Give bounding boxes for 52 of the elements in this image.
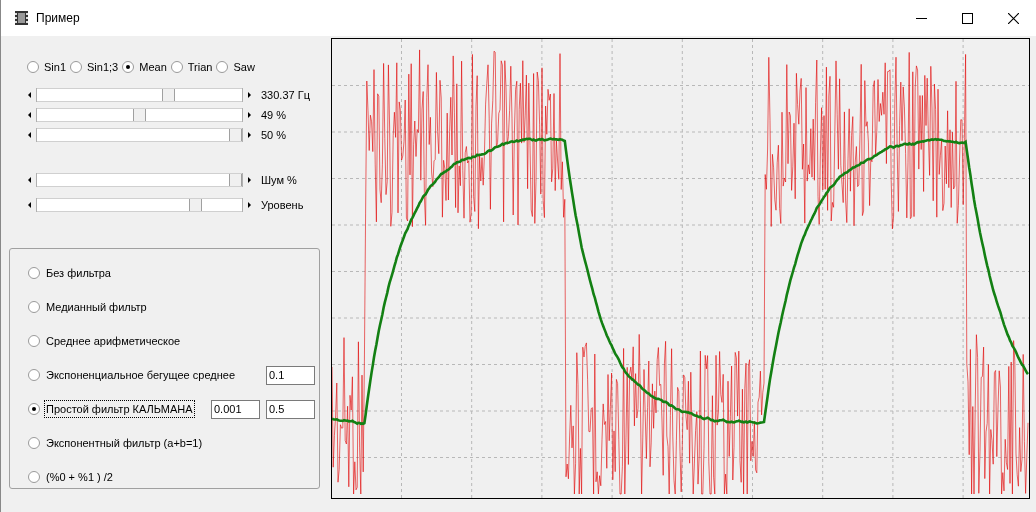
slider-thumb[interactable] <box>188 199 202 211</box>
right-arrow-icon <box>248 92 251 98</box>
radio-label: Trian <box>187 59 213 75</box>
radio-button[interactable] <box>122 61 135 73</box>
left-arrow-icon <box>28 112 31 118</box>
left-arrow-icon <box>28 202 31 208</box>
right-arrow-icon <box>248 112 251 118</box>
radio-label: Saw <box>233 59 255 75</box>
radio-button[interactable] <box>28 471 40 483</box>
radio-button[interactable] <box>70 61 83 73</box>
app-icon <box>15 11 28 25</box>
slider-thumb[interactable] <box>229 174 242 186</box>
radio-label: Mean <box>139 59 167 75</box>
right-arrow-icon <box>248 132 251 138</box>
slider-thumb[interactable] <box>133 109 146 121</box>
window-title: Пример <box>36 10 80 27</box>
radio-label: Среднее арифметическое <box>45 333 182 349</box>
radio-label: Простой фильтр КАЛЬМАНА <box>45 400 194 418</box>
slider-label: 330.37 Гц <box>261 87 310 103</box>
radio-button[interactable] <box>216 61 229 73</box>
left-arrow-icon <box>28 177 31 183</box>
right-arrow-icon <box>248 202 251 208</box>
left-arrow-icon <box>28 92 31 98</box>
input-field[interactable]: 0.5 <box>266 399 315 419</box>
slider-label: Уровень <box>261 197 304 213</box>
slider-label: 50 % <box>261 127 287 143</box>
slider-label: 49 % <box>261 107 287 123</box>
radio-button[interactable] <box>28 335 40 347</box>
radio-button[interactable] <box>28 437 40 449</box>
radio-label: Sin1;3 <box>87 59 119 75</box>
slider-thumb[interactable] <box>161 89 175 101</box>
input-field[interactable]: 0.1 <box>266 365 315 385</box>
radio-label: Экспоненциальное бегущее среднее <box>45 367 236 383</box>
close-icon <box>1007 12 1019 24</box>
radio-label: Sin1 <box>44 59 67 75</box>
slider-thumb[interactable] <box>229 129 242 141</box>
radio-button[interactable] <box>28 403 40 415</box>
radio-button[interactable] <box>28 301 40 313</box>
minimize-icon <box>915 17 927 19</box>
radio-label: (%0 + %1 ) /2 <box>45 469 114 485</box>
maximize-icon <box>961 12 973 24</box>
radio-button[interactable] <box>28 369 40 381</box>
radio-label: Экспонентный фильтр (a+b=1) <box>45 435 204 451</box>
slider-label: Шум % <box>261 172 297 188</box>
radio-label: Медианный фильтр <box>45 299 148 315</box>
right-arrow-icon <box>248 177 251 183</box>
left-arrow-icon <box>28 132 31 138</box>
radio-label: Без фильтра <box>45 265 112 281</box>
radio-button[interactable] <box>170 61 183 73</box>
input-field[interactable]: 0.001 <box>211 399 260 419</box>
radio-button[interactable] <box>27 61 39 73</box>
radio-button[interactable] <box>28 267 40 279</box>
